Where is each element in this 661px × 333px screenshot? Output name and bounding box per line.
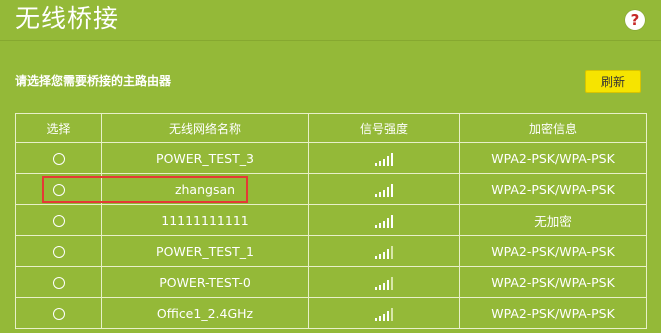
ssid-cell: 11111111111 xyxy=(101,204,309,236)
select-cell xyxy=(15,235,102,267)
ssid-cell: Office1_2.4GHz xyxy=(101,297,309,329)
ssid-cell: POWER-TEST-0 xyxy=(101,266,309,298)
signal-cell xyxy=(308,173,460,205)
encryption-cell: 无加密 xyxy=(459,204,647,236)
ssid-cell: zhangsan xyxy=(101,173,309,205)
signal-strength-icon xyxy=(375,245,393,259)
page-title: 无线桥接 xyxy=(15,4,120,33)
select-cell xyxy=(15,142,102,174)
select-cell xyxy=(15,297,102,329)
network-radio-button[interactable] xyxy=(52,308,65,320)
encryption-cell: WPA2-PSK/WPA-PSK xyxy=(459,266,647,298)
ssid-cell: POWER_TEST_3 xyxy=(101,142,309,174)
table-row[interactable]: POWER_TEST_3 WPA2-PSK/WPA-PSK xyxy=(15,142,647,174)
column-header-encryption: 加密信息 xyxy=(459,113,647,143)
table-header-row: 选择 无线网络名称 信号强度 加密信息 xyxy=(15,113,647,143)
signal-cell xyxy=(308,142,460,174)
signal-strength-icon xyxy=(375,183,393,197)
signal-cell xyxy=(308,297,460,329)
encryption-cell: WPA2-PSK/WPA-PSK xyxy=(459,235,647,267)
encryption-cell: WPA2-PSK/WPA-PSK xyxy=(459,142,647,174)
encryption-cell: WPA2-PSK/WPA-PSK xyxy=(459,173,647,205)
signal-cell xyxy=(308,266,460,298)
table-row[interactable]: POWER-TEST-0 WPA2-PSK/WPA-PSK xyxy=(15,266,647,298)
header-divider xyxy=(0,40,661,41)
column-header-ssid: 无线网络名称 xyxy=(101,113,309,143)
column-header-signal: 信号强度 xyxy=(308,113,460,143)
signal-strength-icon xyxy=(375,214,393,228)
column-header-select: 选择 xyxy=(15,113,102,143)
signal-strength-icon xyxy=(375,152,393,166)
network-radio-button[interactable] xyxy=(52,277,65,289)
network-radio-button[interactable] xyxy=(52,215,65,227)
table-row[interactable]: Office1_2.4GHz WPA2-PSK/WPA-PSK xyxy=(15,297,647,329)
signal-strength-icon xyxy=(375,307,393,321)
ssid-cell: POWER_TEST_1 xyxy=(101,235,309,267)
select-cell xyxy=(15,173,102,205)
network-radio-button[interactable] xyxy=(52,184,65,196)
network-radio-button[interactable] xyxy=(52,153,65,165)
refresh-button[interactable]: 刷新 xyxy=(585,70,641,93)
select-cell xyxy=(15,204,102,236)
network-radio-button[interactable] xyxy=(52,246,65,258)
encryption-cell: WPA2-PSK/WPA-PSK xyxy=(459,297,647,329)
table-row[interactable]: 11111111111 无加密 xyxy=(15,204,647,236)
table-row[interactable]: POWER_TEST_1 WPA2-PSK/WPA-PSK xyxy=(15,235,647,267)
section-subtitle: 请选择您需要桥接的主路由器 xyxy=(15,74,172,88)
help-icon[interactable]: ? xyxy=(625,10,645,30)
wifi-network-table: 选择 无线网络名称 信号强度 加密信息 POWER_TEST_3 WPA2-PSK… xyxy=(15,113,647,329)
select-cell xyxy=(15,266,102,298)
table-row[interactable]: zhangsan WPA2-PSK/WPA-PSK xyxy=(15,173,647,205)
signal-strength-icon xyxy=(375,276,393,290)
signal-cell xyxy=(308,235,460,267)
signal-cell xyxy=(308,204,460,236)
